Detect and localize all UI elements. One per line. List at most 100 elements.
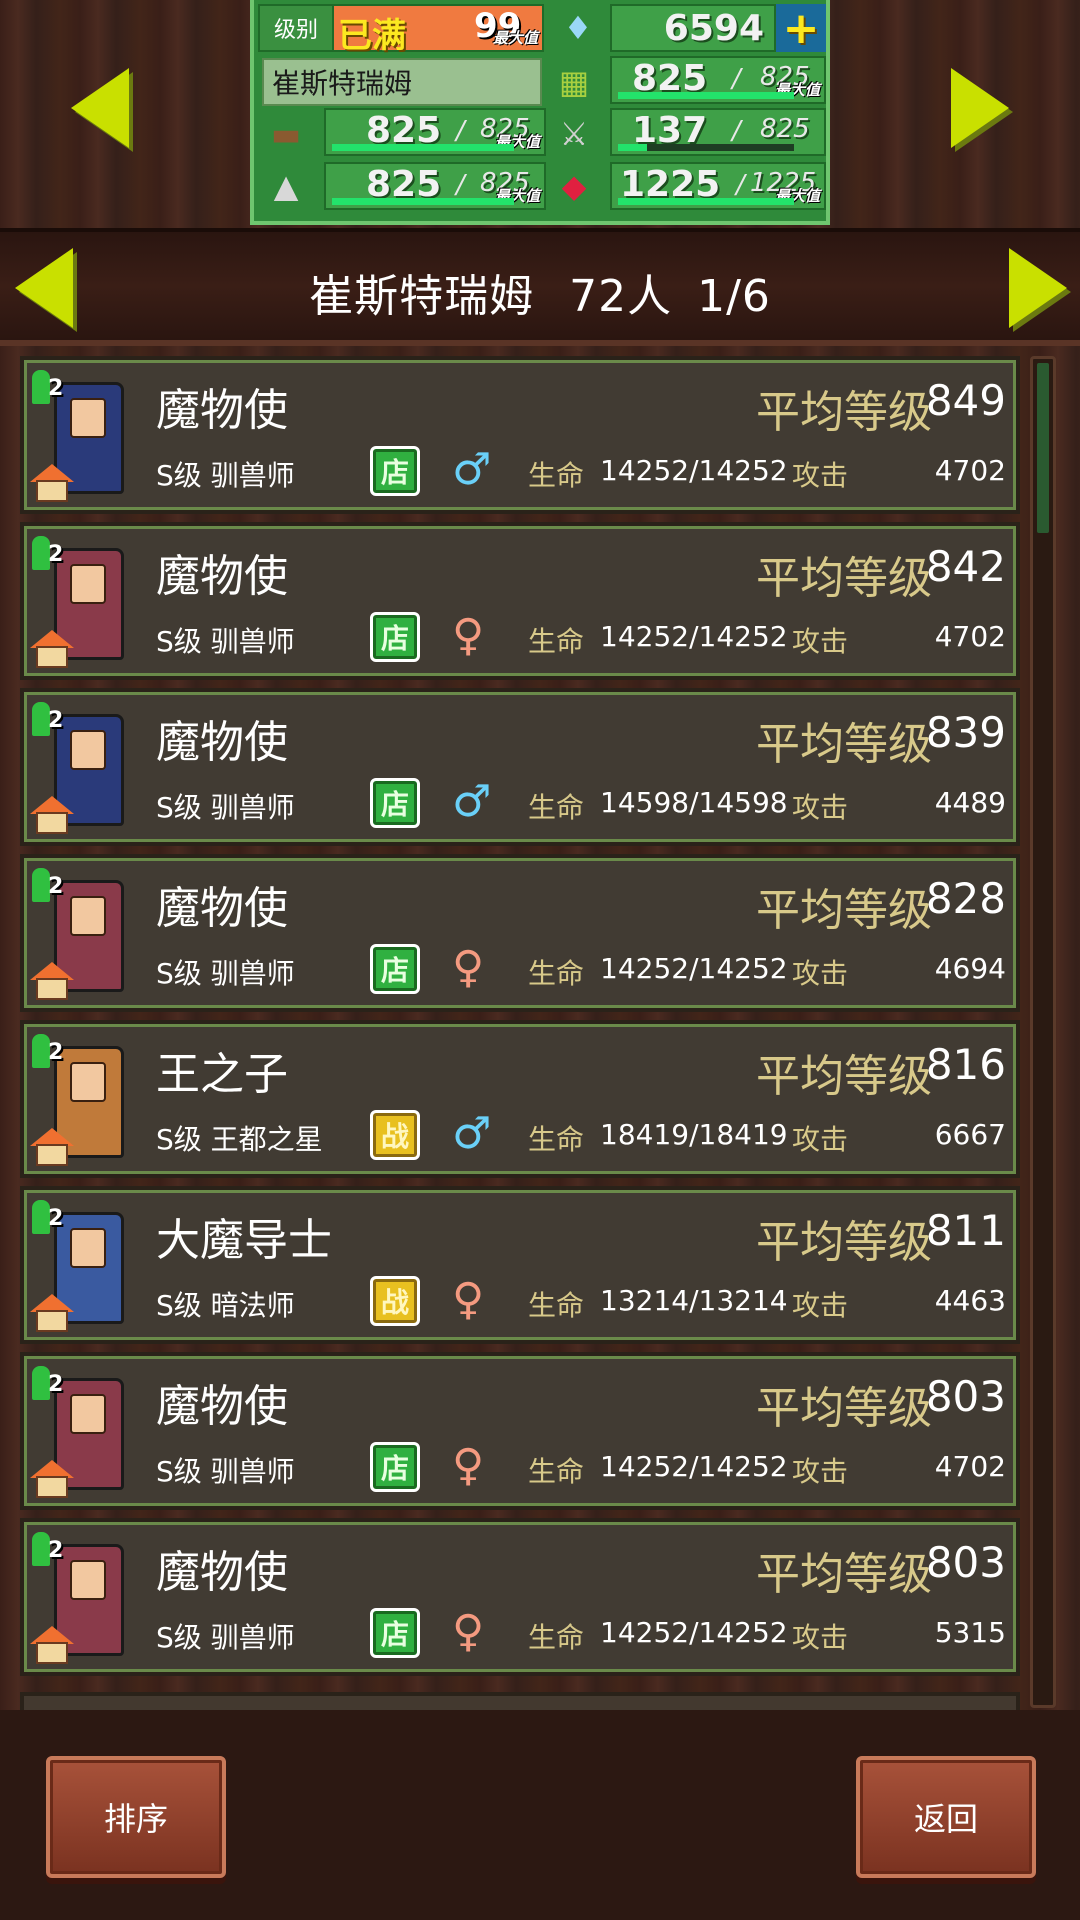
prev-town-top-arrow[interactable] — [70, 66, 130, 150]
character-face — [70, 1228, 106, 1268]
member-name: 魔物使 — [156, 385, 288, 436]
male-icon: ♂ — [452, 444, 492, 495]
list-item[interactable]: 2 魔物使 平均等级 803 S级 驯兽师 店 ♀ 生命 14252/14252… — [20, 1352, 1020, 1510]
member-name: 大魔导士 — [156, 1215, 332, 1266]
character-avatar: 2 — [30, 1364, 140, 1504]
battle-tag-icon: 战 — [370, 1276, 420, 1326]
header-count: 72人 — [569, 271, 673, 322]
rank-badge: 2 — [30, 368, 68, 408]
avg-level-value: 803 — [925, 1372, 1006, 1421]
character-avatar: 2 — [30, 368, 140, 508]
list-item[interactable]: 2 魔物使 平均等级 849 S级 驯兽师 店 ♂ 生命 14252/14252… — [20, 356, 1020, 514]
level-cell: 级别 已满 99 最大值 — [258, 4, 544, 56]
equipment-cell: 137 / 825 — [610, 108, 826, 156]
add-gems-button[interactable]: + — [776, 3, 826, 54]
avg-level-value: 811 — [925, 1206, 1006, 1255]
avg-level-value: 828 — [925, 874, 1006, 923]
attack-value: 4702 — [934, 620, 1006, 653]
character-avatar: 2 — [30, 534, 140, 674]
house-icon — [30, 1460, 74, 1500]
shop-tag-icon: 店 — [370, 1608, 420, 1658]
list-item[interactable]: 2 魔物使 平均等级 803 S级 驯兽师 店 ♀ 生命 14252/14252… — [20, 1518, 1020, 1676]
member-class: S级 驯兽师 — [156, 625, 295, 658]
list-item[interactable]: 2 大魔导士 平均等级 811 S级 暗法师 战 ♀ 生命 13214/1321… — [20, 1186, 1020, 1344]
member-class: S级 驯兽师 — [156, 459, 295, 492]
member-name: 魔物使 — [156, 1547, 288, 1598]
equipment-max: 825 — [760, 114, 810, 144]
hp-value: 14598/14598 — [600, 786, 788, 819]
member-name: 魔物使 — [156, 717, 288, 768]
character-face — [70, 564, 106, 604]
chevron-right-icon — [951, 68, 1009, 148]
house-icon — [30, 1626, 74, 1666]
avg-level-label: 平均等级 — [756, 1217, 932, 1268]
avg-level-value: 842 — [925, 542, 1006, 591]
member-list[interactable]: 2 魔物使 平均等级 803 S级 驯兽师 店 ♀ 生命 14252/14252… — [14, 352, 1024, 1710]
town-name-field: 崔斯特瑞姆 — [262, 58, 542, 106]
equipment-icon: ⚔ — [559, 115, 589, 153]
ore-icon: ▲ — [273, 167, 299, 205]
list-item[interactable]: 2 魔物使 平均等级 839 S级 驯兽师 店 ♂ 生命 14598/14598… — [20, 688, 1020, 846]
hp-label: 生命 — [528, 1289, 585, 1322]
attack-label: 攻击 — [792, 1455, 849, 1488]
list-item[interactable]: 2 王之子 平均等级 816 S级 王都之星 战 ♂ 生命 18419/1841… — [20, 1020, 1020, 1178]
attack-value: 5315 — [934, 1616, 1006, 1649]
ore-cell: 825 / 825 最大值 — [324, 162, 546, 210]
hp-label: 生命 — [528, 1621, 585, 1654]
attack-label: 攻击 — [792, 459, 849, 492]
hp-value: 14252/14252 — [600, 454, 788, 487]
female-icon: ♀ — [452, 1440, 485, 1491]
attack-value: 4489 — [934, 786, 1006, 819]
food-cell: 825 / 825 最大值 — [610, 56, 826, 104]
hp-value: 13214/13214 — [600, 1284, 788, 1317]
header-page: 1/6 — [697, 271, 771, 322]
member-class: S级 王都之星 — [156, 1123, 323, 1156]
member-class: S级 暗法师 — [156, 1289, 295, 1322]
member-class: S级 驯兽师 — [156, 1455, 295, 1488]
rank-badge: 2 — [30, 1032, 68, 1072]
list-item[interactable]: 2 魔物使 平均等级 828 S级 驯兽师 店 ♀ 生命 14252/14252… — [20, 854, 1020, 1012]
member-name: 魔物使 — [156, 1381, 288, 1432]
hp-label: 生命 — [528, 459, 585, 492]
rank-badge: 2 — [30, 534, 68, 574]
next-town-top-arrow[interactable] — [950, 66, 1010, 150]
diamond-icon: ♦ — [563, 9, 593, 47]
next-town-arrow[interactable] — [1008, 246, 1068, 330]
attack-value: 4702 — [934, 1450, 1006, 1483]
character-face — [70, 896, 106, 936]
scrollbar[interactable] — [1030, 356, 1056, 1708]
avg-level-value: 839 — [925, 708, 1006, 757]
member-name: 魔物使 — [156, 883, 288, 934]
chevron-left-icon — [71, 68, 129, 148]
female-icon: ♀ — [452, 1606, 485, 1657]
attack-value: 4694 — [934, 952, 1006, 985]
list-item[interactable]: 2 魔物使 平均等级 842 S级 驯兽师 店 ♀ 生命 14252/14252… — [20, 522, 1020, 680]
character-face — [70, 1560, 106, 1600]
avg-level-value: 849 — [925, 376, 1006, 425]
attack-value: 4702 — [934, 454, 1006, 487]
ore-bar — [332, 198, 514, 205]
resource-panel: 级别 已满 99 最大值 ♦ 6594 + 崔斯特瑞姆 ▦ 825 / 825 … — [250, 0, 830, 225]
attack-label: 攻击 — [792, 957, 849, 990]
attack-value: 6667 — [934, 1118, 1006, 1151]
scrollbar-thumb[interactable] — [1037, 363, 1049, 533]
character-face — [70, 1062, 106, 1102]
character-face — [70, 398, 106, 438]
avg-level-value: 803 — [925, 1538, 1006, 1587]
avg-level-label: 平均等级 — [756, 719, 932, 770]
house-icon — [30, 1128, 74, 1168]
character-face — [70, 730, 106, 770]
character-avatar: 2 — [30, 1198, 140, 1338]
attack-label: 攻击 — [792, 1289, 849, 1322]
member-name: 魔物使 — [156, 551, 288, 602]
crystal-cell: 1225 / 1225 最大值 — [610, 162, 826, 210]
crystal-bar — [618, 198, 794, 205]
sort-button[interactable]: 排序 — [46, 1756, 226, 1878]
wood-bar — [332, 144, 514, 151]
attack-label: 攻击 — [792, 791, 849, 824]
level-max-tag: 最大值 — [492, 29, 538, 47]
hp-value: 14252/14252 — [600, 620, 788, 653]
level-label: 级别 — [260, 6, 334, 50]
house-icon — [30, 630, 74, 670]
back-button[interactable]: 返回 — [856, 1756, 1036, 1878]
